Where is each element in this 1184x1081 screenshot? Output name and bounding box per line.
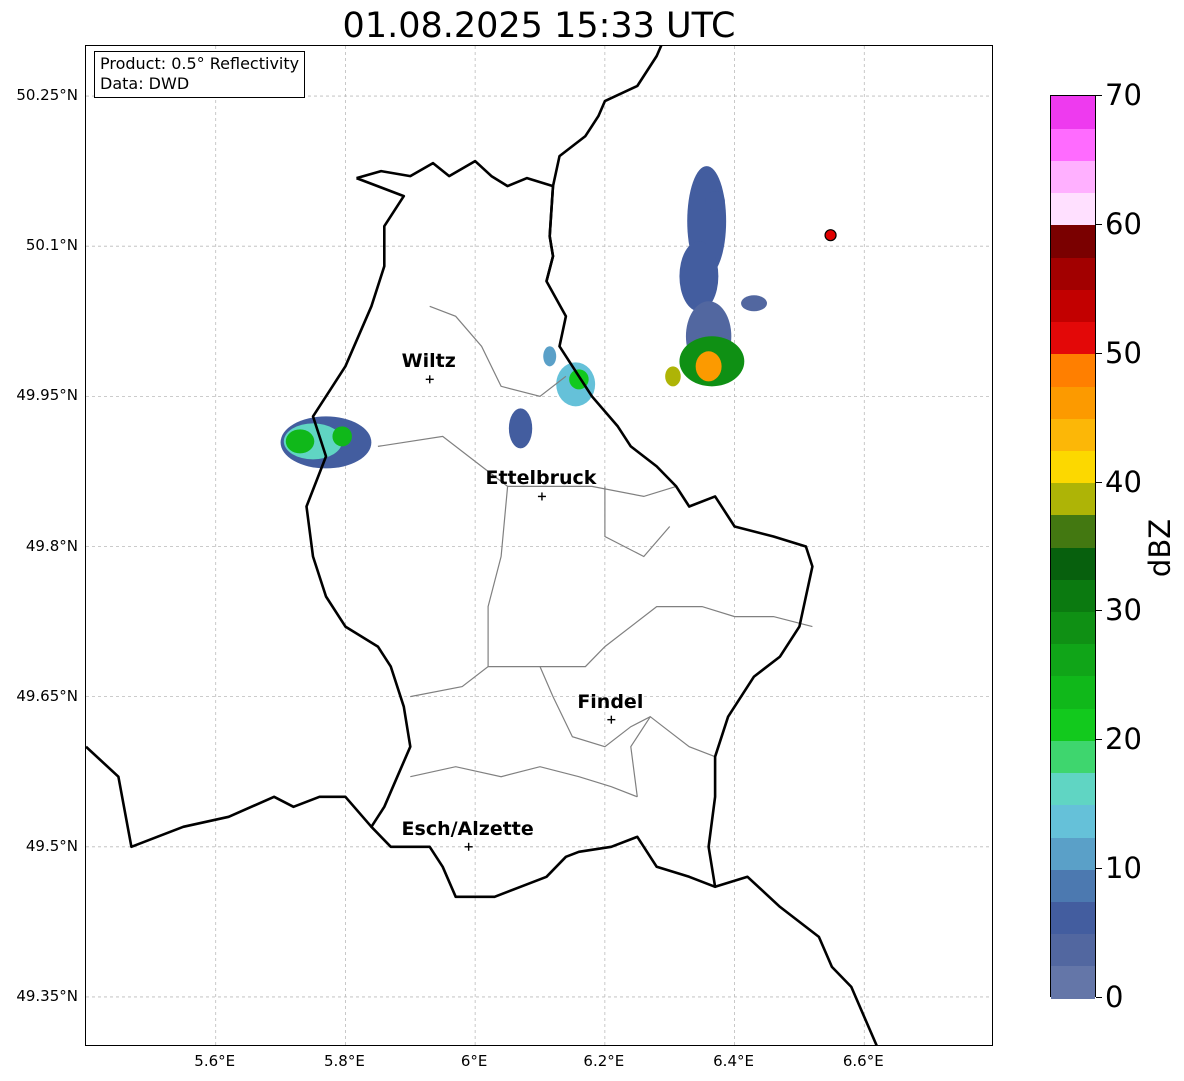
colorbar-segment (1051, 192, 1095, 226)
city-marker (464, 842, 473, 851)
radar-echo-cell (285, 429, 315, 454)
lat-tick-label: 50.25°N (16, 86, 78, 105)
colorbar-segment (1051, 740, 1095, 774)
colorbar-segment (1051, 514, 1095, 548)
city-marker (425, 375, 434, 384)
germany-border-south (714, 875, 878, 1045)
radar-echo-cell (705, 191, 725, 212)
colorbar-segment (1051, 224, 1095, 258)
luxembourg-border (305, 159, 814, 899)
colorbar-segment (1051, 836, 1095, 870)
colorbar-tick (1096, 352, 1102, 354)
colorbar-segment (1051, 933, 1095, 967)
lat-tick-label: 49.5°N (25, 836, 78, 855)
belgium-france-border (86, 745, 373, 849)
lat-tick-label: 49.8°N (25, 536, 78, 555)
lon-tick-label: 5.6°E (194, 1052, 236, 1070)
canton-border (488, 606, 813, 668)
city-label: Wiltz (401, 350, 456, 373)
colorbar-segment (1051, 579, 1095, 613)
lon-tick-label: 6.2°E (583, 1052, 625, 1070)
lat-tick-label: 49.95°N (16, 386, 78, 405)
radar-echoes (280, 166, 767, 469)
canton-border (410, 766, 638, 798)
colorbar-segment (1051, 482, 1095, 516)
radar-echo-cell (508, 408, 533, 449)
colorbar-segment (1051, 418, 1095, 451)
colorbar-segment (1051, 611, 1095, 645)
colorbar-tick-label: 40 (1105, 464, 1142, 499)
lon-tick-label: 6°E (460, 1052, 488, 1070)
map-title: 01.08.2025 15:33 UTC (342, 6, 736, 46)
lon-tick-label: 6.6°E (842, 1052, 884, 1070)
map-canvas[interactable] (86, 46, 993, 1046)
colorbar-tick (1096, 481, 1102, 483)
colorbar-segment (1051, 965, 1095, 999)
colorbar-tick-label: 30 (1105, 593, 1142, 628)
city-label: Esch/Alzette (401, 817, 534, 840)
product-line: Product: 0.5° Reflectivity (100, 54, 300, 73)
colorbar-tick (1096, 610, 1102, 612)
colorbar-segment (1051, 160, 1095, 194)
colorbar-tick-label: 10 (1105, 851, 1142, 886)
colorbar-segment (1051, 901, 1095, 935)
colorbar-segment (1051, 804, 1095, 838)
colorbar-segment (1051, 321, 1095, 355)
map-panel[interactable] (85, 45, 993, 1046)
colorbar-tick (1096, 739, 1102, 741)
colorbar-segment (1051, 675, 1095, 709)
national-borders (86, 46, 878, 1045)
colorbar-tick-label: 70 (1105, 78, 1142, 112)
colorbar-segment (1051, 128, 1095, 162)
colorbar-segment (1051, 289, 1095, 323)
radar-echo-cell (665, 366, 681, 387)
colorbar-tick-label: 20 (1105, 722, 1142, 757)
canton-borders (377, 305, 813, 798)
colorbar-unit-label: dBZ (1143, 518, 1177, 578)
colorbar-tick (1096, 868, 1102, 870)
radar-echo-cell (679, 241, 719, 312)
colorbar-segment (1051, 772, 1095, 806)
gridlines (86, 46, 992, 1045)
colorbar-segment (1051, 708, 1095, 741)
lat-tick-label: 49.65°N (16, 686, 78, 705)
city-label: Ettelbruck (485, 467, 597, 490)
lat-tick-label: 50.1°N (25, 236, 78, 255)
colorbar-segment (1051, 257, 1095, 290)
product-info-box: Product: 0.5° Reflectivity Data: DWD (94, 51, 306, 98)
canton-border (410, 486, 509, 698)
data-source-line: Data: DWD (100, 74, 190, 93)
colorbar-tick-label: 60 (1105, 206, 1142, 241)
colorbar-segment (1051, 869, 1095, 902)
location-marker-dot[interactable] (824, 229, 837, 242)
colorbar (1050, 95, 1096, 999)
city-marker (537, 492, 546, 501)
canton-border (604, 486, 671, 558)
colorbar-segment (1051, 450, 1095, 484)
colorbar-tick (1096, 997, 1102, 998)
colorbar-tick-label: 50 (1105, 335, 1142, 370)
colorbar-segment (1051, 385, 1095, 419)
lon-tick-label: 5.8°E (324, 1052, 365, 1070)
radar-echo-cell (695, 351, 722, 382)
city-marker (607, 715, 616, 724)
radar-echo-cell (543, 346, 557, 367)
colorbar-tick (1096, 223, 1102, 225)
colorbar-segment (1051, 96, 1095, 129)
colorbar-tick (1096, 95, 1102, 96)
lat-tick-label: 49.35°N (16, 986, 78, 1005)
location-marker[interactable] (824, 229, 837, 242)
colorbar-segment (1051, 353, 1095, 387)
colorbar-tick-label: 0 (1105, 980, 1124, 1014)
city-label: Findel (577, 690, 644, 713)
colorbar-segment (1051, 643, 1095, 677)
radar-echo-cell (741, 295, 767, 312)
canton-border (630, 715, 716, 797)
radar-echo-cell (332, 426, 352, 447)
lon-tick-label: 6.4°E (713, 1052, 754, 1070)
colorbar-segment (1051, 547, 1095, 580)
